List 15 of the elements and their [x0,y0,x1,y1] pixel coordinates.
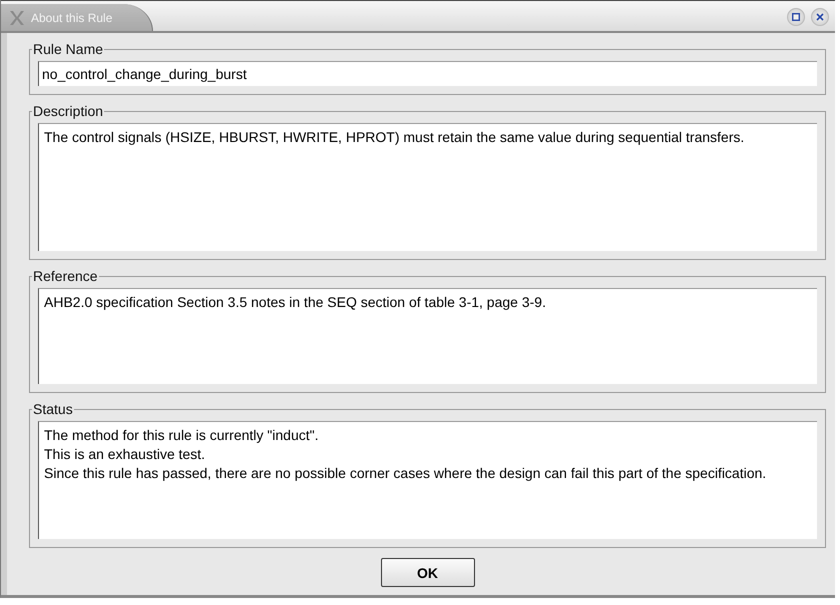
text-area[interactable]: The control signals (HSIZE, HBURST, HWRITE, HPROT) must retain the same value during sequential transfers. [38,123,817,251]
group-label: Rule Name [32,41,104,57]
text-area[interactable]: AHB2.0 specification Section 3.5 notes in the SEQ section of table 3-1, page 3-9. [38,288,817,384]
group-label: Reference [32,268,99,284]
maximize-button[interactable] [787,8,805,26]
text-area[interactable]: The method for this rule is currently "induct". This is an exhaustive test. Since this rule has passed, there are no possible corner cases where the design can fail this part of the specification. [38,421,817,539]
ok-button[interactable]: OK [380,558,474,587]
input-field[interactable]: no_control_change_during_burst [38,61,817,86]
close-button[interactable] [811,8,829,26]
window-title: About this Rule [31,10,112,24]
close-icon [816,13,824,21]
maximize-icon [792,13,800,21]
group-label: Status [32,401,74,417]
x-logo-icon [9,10,25,26]
group-label: Description [32,103,104,119]
